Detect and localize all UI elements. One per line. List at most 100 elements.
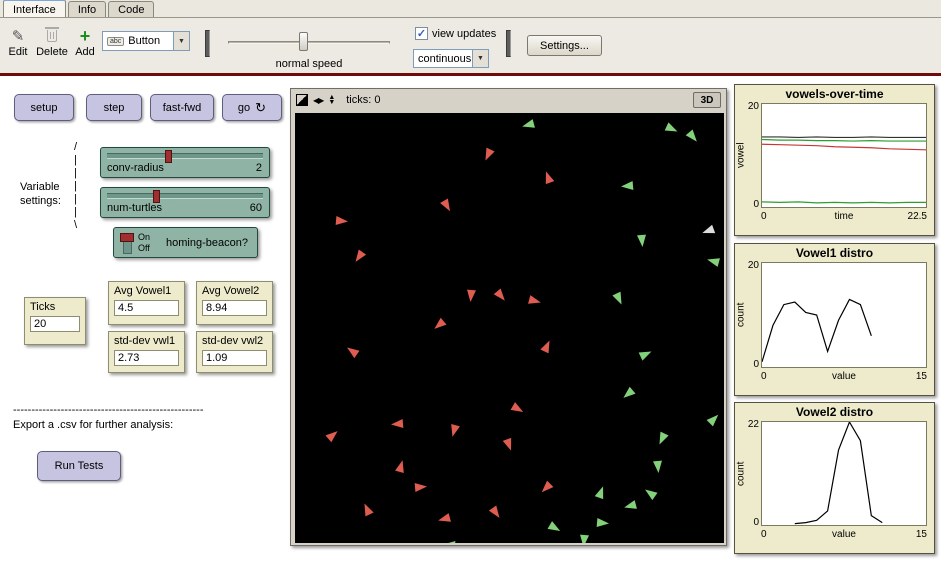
x-axis-label: value	[761, 371, 927, 382]
tab-interface-label: Interface	[13, 4, 56, 16]
slider-groove	[107, 193, 263, 199]
plot-y-axis: 20 count 0	[735, 262, 761, 368]
switch-off-label: Off	[138, 243, 150, 253]
settings-button[interactable]: Settings...	[527, 35, 602, 56]
slider-groove	[107, 153, 263, 159]
plot-vowel1-distro: Vowel1 distro 20 count 0 0 value 15	[734, 243, 935, 396]
forever-icon: ↻	[255, 103, 266, 113]
variable-settings-note: Variable settings:	[20, 180, 61, 208]
tab-code[interactable]: Code	[108, 1, 154, 17]
x-max-tick: 15	[916, 371, 927, 382]
x-axis-label: time	[761, 211, 927, 222]
slider-thumb[interactable]	[165, 150, 172, 163]
monitor-label: Avg Vowel2	[202, 285, 267, 297]
plot-area	[761, 103, 927, 208]
x-max-tick: 15	[916, 529, 927, 540]
tab-info-label: Info	[78, 4, 96, 16]
world-svg	[295, 113, 724, 543]
edit-button[interactable]: ✎ Edit	[4, 26, 32, 58]
tab-bar: Interface Info Code	[0, 0, 941, 18]
y-axis-label: count	[736, 462, 747, 486]
avg-vowel1-monitor: Avg Vowel1 4.5	[108, 281, 185, 325]
num-turtles-slider[interactable]: num-turtles 60	[100, 187, 270, 218]
update-mode-dropdown[interactable]: continuous ▼	[413, 49, 489, 68]
run-tests-button[interactable]: Run Tests	[37, 451, 121, 481]
fast-fwd-label: fast-fwd	[163, 102, 202, 114]
homing-beacon-switch[interactable]: On Off homing-beacon?	[113, 227, 258, 258]
go-label: go	[238, 102, 250, 114]
slider-value: 60	[250, 202, 262, 214]
y-axis-label: count	[736, 303, 747, 327]
plot-vowel2-distro: Vowel2 distro 22 count 0 0 value 15	[734, 402, 935, 554]
edit-label: Edit	[4, 46, 32, 58]
tab-interface[interactable]: Interface	[3, 0, 66, 17]
export-csv-note: Export a .csv for further analysis:	[13, 419, 173, 431]
checkbox-check-icon: ✓	[415, 27, 428, 40]
slider-label: num-turtles	[107, 202, 162, 214]
plot-area	[761, 262, 927, 368]
pencil-icon: ✎	[12, 27, 25, 45]
add-button[interactable]: + Add	[72, 26, 98, 58]
monitor-value: 1.09	[202, 350, 267, 366]
vertical-wrap-icon: ▲ ▼	[328, 95, 335, 105]
widget-type-dropdown[interactable]: abc Button ▼	[102, 31, 190, 51]
dashed-separator-note: ----------------------------------------…	[13, 404, 203, 416]
widget-type-value: Button	[128, 35, 160, 47]
plot-y-axis: 20 vowel 0	[735, 103, 761, 208]
x-axis-label: value	[761, 529, 927, 540]
monitor-label: Ticks	[30, 301, 80, 313]
monitor-label: std-dev vwl2	[202, 335, 267, 347]
y-max-tick: 20	[748, 260, 759, 271]
y-min-tick: 0	[753, 199, 759, 210]
plot-title: Vowel2 distro	[735, 403, 934, 419]
view-3d-button[interactable]: 3D	[693, 92, 721, 108]
fast-fwd-button[interactable]: fast-fwd	[150, 94, 214, 121]
view-corner-icon	[296, 94, 308, 106]
tab-info[interactable]: Info	[68, 1, 106, 17]
delete-button[interactable]: Delete	[34, 26, 70, 58]
add-label: Add	[72, 46, 98, 58]
y-min-tick: 0	[753, 517, 759, 528]
view-updates-checkbox[interactable]: ✓ view updates	[415, 27, 496, 40]
speed-slider-thumb[interactable]	[299, 32, 308, 51]
setup-button[interactable]: setup	[14, 94, 74, 121]
step-label: step	[104, 102, 125, 114]
tab-code-label: Code	[118, 4, 144, 16]
speed-label: normal speed	[228, 58, 390, 70]
y-max-tick: 20	[748, 101, 759, 112]
world-view[interactable]: ◀▶ ▲ ▼ ticks: 0 3D	[290, 88, 727, 546]
conv-radius-slider[interactable]: conv-radius 2	[100, 147, 270, 178]
plot-y-axis: 22 count 0	[735, 421, 761, 526]
plot-title: Vowel1 distro	[735, 244, 934, 260]
toolbar: ✎ Edit Delete + Add abc Button ▼ normal …	[0, 18, 941, 73]
run-tests-label: Run Tests	[55, 460, 104, 472]
brace-art-note: / | | | | | \	[74, 141, 77, 232]
monitor-value: 4.5	[114, 300, 179, 316]
monitor-value: 20	[30, 316, 80, 332]
std-dev-vwl1-monitor: std-dev vwl1 2.73	[108, 331, 185, 373]
monitor-label: std-dev vwl1	[114, 335, 179, 347]
settings-label: Settings...	[540, 40, 589, 52]
go-button[interactable]: go ↻	[222, 94, 282, 121]
switch-knob[interactable]	[120, 233, 134, 242]
step-button[interactable]: step	[86, 94, 142, 121]
setup-label: setup	[31, 102, 58, 114]
down-triangle-icon: ▼	[328, 100, 335, 105]
chevron-down-icon: ▼	[173, 32, 189, 50]
switch-on-label: On	[138, 232, 150, 242]
plot-area	[761, 421, 927, 526]
abc-button-icon: abc	[107, 37, 124, 46]
monitor-value: 2.73	[114, 350, 179, 366]
toolbar-separator	[506, 30, 511, 57]
y-max-tick: 22	[748, 419, 759, 430]
world-canvas[interactable]	[295, 113, 724, 543]
monitor-label: Avg Vowel1	[114, 285, 179, 297]
plot-title: vowels-over-time	[735, 85, 934, 101]
chevron-down-icon: ▼	[472, 50, 488, 67]
monitor-value: 8.94	[202, 300, 267, 316]
avg-vowel2-monitor: Avg Vowel2 8.94	[196, 281, 273, 325]
toolbar-divider	[0, 73, 941, 76]
speed-slider-track[interactable]	[228, 41, 390, 44]
plot-vowels-over-time: vowels-over-time 20 vowel 0 0 time 22.5	[734, 84, 935, 236]
std-dev-vwl2-monitor: std-dev vwl2 1.09	[196, 331, 273, 373]
